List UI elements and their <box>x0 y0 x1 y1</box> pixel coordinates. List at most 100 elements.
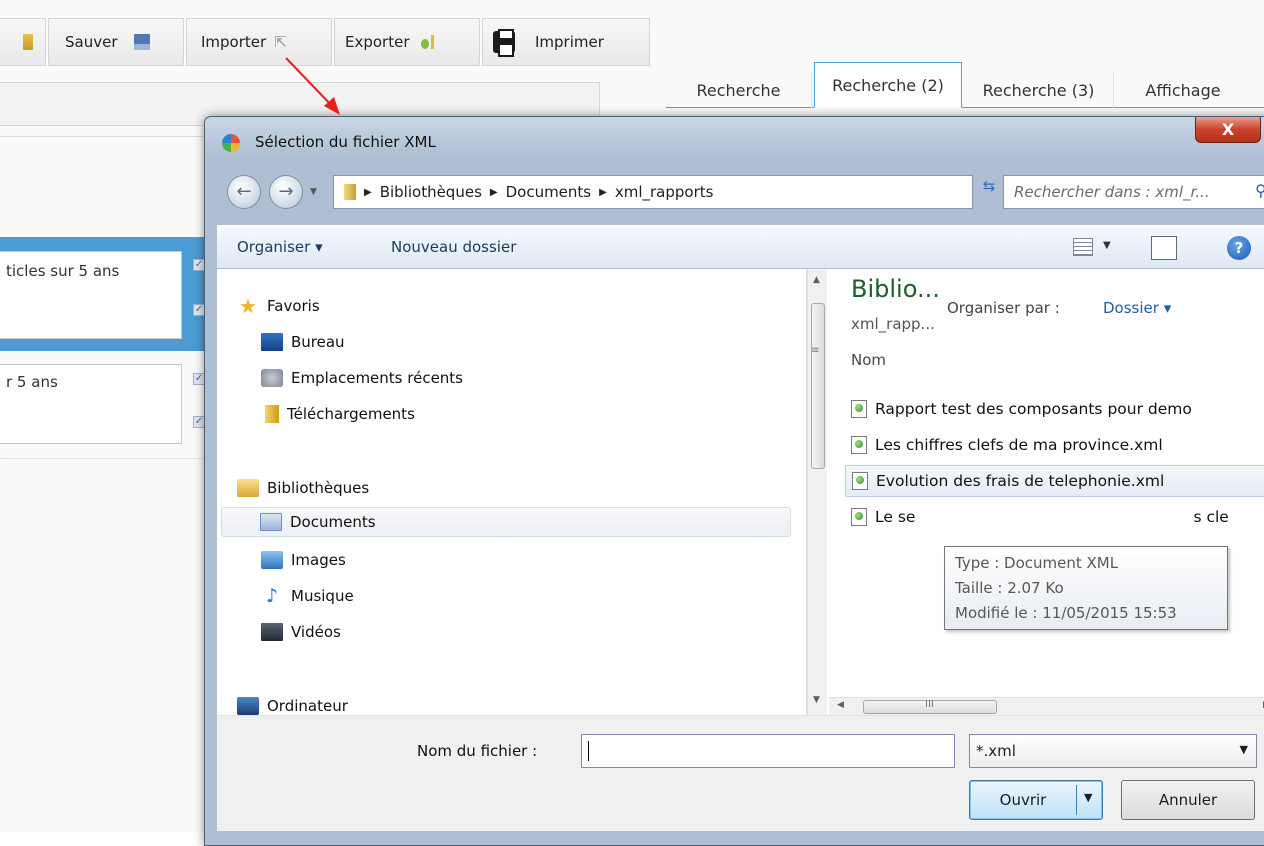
breadcrumb-chevron-icon[interactable]: ▶ <box>490 187 498 198</box>
search-input[interactable]: Rechercher dans : xml_r... <box>1003 175 1264 209</box>
file-tooltip: Type : Document XML Taille : 2.07 Ko Mod… <box>944 546 1228 630</box>
breadcrumb-chevron-icon[interactable]: ▶ <box>364 187 372 198</box>
libraries-icon <box>237 479 259 497</box>
address-bar[interactable]: ▶ Bibliothèques ▶ Documents ▶ xml_rappor… <box>333 175 1060 209</box>
library-subtitle: xml_rapp... <box>851 315 935 333</box>
breadcrumb-chevron-icon[interactable]: ▶ <box>599 187 607 198</box>
scroll-thumb[interactable] <box>811 303 825 469</box>
nav-recent-places[interactable]: Emplacements récents <box>261 363 463 393</box>
arrow-left-icon: ← <box>236 181 252 202</box>
music-icon: ♪ <box>265 585 279 607</box>
save-button[interactable]: Sauver <box>48 18 184 66</box>
navigation-scrollbar[interactable]: ▲ ≡ ▼ <box>807 269 827 715</box>
images-icon <box>261 551 283 569</box>
file-name: Les chiffres clefs de ma province.xml <box>875 436 1163 454</box>
recent-places-icon <box>261 369 283 387</box>
view-mode-dropdown-icon[interactable]: ▼ <box>1103 240 1111 251</box>
filename-input[interactable]: ▼ <box>581 734 955 768</box>
nav-favorites[interactable]: ★ Favoris <box>237 291 320 321</box>
breadcrumb-bibliotheques[interactable]: Bibliothèques <box>380 183 482 201</box>
nav-label: Bureau <box>291 333 345 351</box>
tab-recherche[interactable]: Recherche <box>666 72 812 108</box>
file-list-pane: Biblio... xml_rapp... Organiser par : Do… <box>829 269 1264 697</box>
background-field-2[interactable]: r 5 ans <box>0 364 182 444</box>
nav-images[interactable]: Images <box>261 545 346 575</box>
navigation-pane: ★ Favoris Bureau Emplacements récents Té… <box>217 269 807 715</box>
address-row: ← → ▼ ▶ Bibliothèques ▶ Documents ▶ xml_… <box>217 169 1264 213</box>
background-field-1[interactable]: ticles sur 5 ans <box>0 251 182 339</box>
open-options-chevron-icon[interactable]: ▼ <box>1084 791 1092 804</box>
file-item-hovered[interactable]: Evolution des frais de telephonie.xml <box>845 465 1264 497</box>
file-list-horizontal-scrollbar[interactable]: ◀ III ▶ <box>829 697 1264 715</box>
open-button[interactable]: Ouvrir ▼ <box>969 780 1103 820</box>
tab-recherche-2[interactable]: Recherche (2) <box>814 62 962 108</box>
xml-file-icon <box>851 400 867 418</box>
refresh-button[interactable]: ⇆ <box>975 173 1003 199</box>
file-type-select[interactable]: *.xml ▼ <box>969 734 1257 768</box>
nav-label: Documents <box>290 513 376 531</box>
file-type-value: *.xml <box>976 742 1016 760</box>
cancel-button[interactable]: Annuler <box>1121 780 1255 820</box>
file-item[interactable]: Les chiffres clefs de ma province.xml <box>845 429 1264 461</box>
chevron-down-icon: ▼ <box>1239 743 1248 756</box>
tab-recherche-3[interactable]: Recherche (3) <box>964 72 1114 108</box>
new-folder-button[interactable]: Nouveau dossier <box>391 238 516 256</box>
tab-affichage[interactable]: Affichage <box>1116 72 1250 108</box>
export-button[interactable]: Exporter <box>334 18 480 66</box>
nav-documents[interactable]: Documents <box>221 507 791 537</box>
print-button[interactable]: Imprimer <box>482 18 650 66</box>
xml-file-icon <box>851 436 867 454</box>
help-icon[interactable]: ? <box>1227 236 1251 260</box>
forward-button[interactable]: → <box>269 175 303 209</box>
tooltip-size: Taille : 2.07 Ko <box>955 579 1064 597</box>
file-item[interactable]: Le se s cle <box>845 501 1264 533</box>
close-button[interactable]: X <box>1195 117 1261 143</box>
breadcrumb-documents[interactable]: Documents <box>506 183 592 201</box>
arrange-by-label: Organiser par : <box>947 299 1060 317</box>
folder-icon <box>23 34 33 50</box>
nav-downloads[interactable]: Téléchargements <box>261 399 415 429</box>
print-button-label: Imprimer <box>535 33 604 51</box>
main-toolbar: Sauver Importer ⇱ Exporter Imprimer <box>0 14 660 72</box>
nav-videos[interactable]: Vidéos <box>261 617 341 647</box>
downloads-icon <box>265 405 279 423</box>
arrow-right-icon: → <box>278 181 294 202</box>
export-button-label: Exporter <box>345 33 410 51</box>
nav-computer[interactable]: Ordinateur <box>237 691 348 715</box>
dialog-titlebar[interactable]: Sélection du fichier XML X <box>205 117 1264 163</box>
column-header-name[interactable]: Nom <box>851 351 886 369</box>
tab-label: Recherche (3) <box>982 80 1095 100</box>
text-cursor <box>588 741 589 761</box>
scroll-left-icon[interactable]: ◀ <box>837 700 844 710</box>
nav-bureau[interactable]: Bureau <box>261 327 345 357</box>
file-name: Evolution des frais de telephonie.xml <box>876 472 1165 490</box>
star-icon: ★ <box>239 294 257 318</box>
recent-locations-dropdown[interactable]: ▼ <box>310 187 317 197</box>
preview-pane-icon[interactable] <box>1151 236 1177 260</box>
open-button-label: Ouvrir <box>999 791 1047 809</box>
scroll-grip-icon: III <box>925 699 934 710</box>
scroll-up-icon[interactable]: ▲ <box>813 275 820 285</box>
documents-icon <box>260 513 282 531</box>
nav-label: Favoris <box>267 297 320 315</box>
nav-music[interactable]: ♪ Musique <box>261 581 354 611</box>
import-button[interactable]: Importer ⇱ <box>186 18 332 66</box>
videos-icon <box>261 623 283 641</box>
view-mode-icon[interactable] <box>1073 238 1093 256</box>
nav-libraries[interactable]: Bibliothèques <box>237 473 369 503</box>
file-item[interactable]: Rapport test des composants pour demo <box>845 393 1264 425</box>
split-divider <box>1076 785 1077 815</box>
nav-label: Images <box>291 551 346 569</box>
open-button[interactable] <box>0 18 46 66</box>
back-button[interactable]: ← <box>227 175 261 209</box>
nav-label: Téléchargements <box>287 405 415 423</box>
scroll-down-icon[interactable]: ▼ <box>813 695 820 705</box>
field-text: r 5 ans <box>6 373 58 391</box>
arrange-by-dropdown[interactable]: Dossier ▾ <box>1103 299 1171 317</box>
search-icon[interactable]: ⚲ <box>1255 181 1264 200</box>
import-icon: ⇱ <box>274 33 287 51</box>
organize-menu[interactable]: Organiser ▾ <box>237 238 323 256</box>
scroll-grip-icon: ≡ <box>811 345 820 356</box>
file-open-dialog: Sélection du fichier XML X ← → ▼ ▶ Bibli… <box>204 116 1264 846</box>
breadcrumb-xml-rapports[interactable]: xml_rapports <box>615 183 714 201</box>
